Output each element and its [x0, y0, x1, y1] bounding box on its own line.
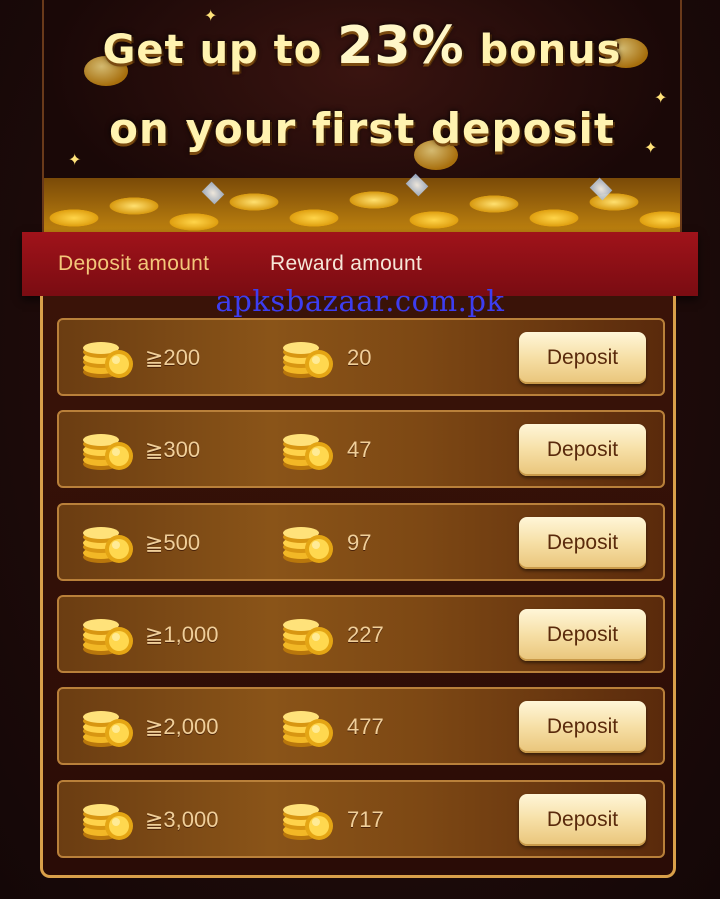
reward-value: 477 [347, 714, 384, 739]
coin-stack-icon [281, 338, 335, 380]
reward-amount-header: Reward amount [270, 252, 423, 275]
coin-stack-icon [81, 615, 135, 657]
reward-value: 20 [347, 345, 372, 370]
reward-value: 47 [347, 437, 372, 462]
coin-stack-icon [81, 430, 135, 472]
deposit-button[interactable]: Deposit [519, 424, 646, 476]
bonus-tier-row: ≧300 47 Deposit [57, 410, 665, 488]
deposit-threshold: ≧2,000 [145, 714, 219, 739]
deposit-amount-header: Deposit amount [58, 252, 210, 275]
banner-headline-line2: on your first deposit [109, 104, 615, 153]
coin-stack-icon [281, 523, 335, 565]
coin-stack-icon [81, 523, 135, 565]
bonus-tier-row: ≧200 20 Deposit [57, 318, 665, 396]
reward-value: 717 [347, 807, 384, 832]
deposit-button[interactable]: Deposit [519, 794, 646, 846]
watermark: apksbazaar.com.pk [215, 284, 505, 318]
coin-stack-icon [281, 707, 335, 749]
reward-value: 227 [347, 622, 384, 647]
coin-stack-icon [281, 430, 335, 472]
promo-banner: ✦ ✦ ✦ ✦ Get up to 23% bonus on your firs… [42, 0, 682, 240]
coin-stack-icon [81, 338, 135, 380]
bonus-tier-row: ≧3,000 717 Deposit [57, 780, 665, 858]
reward-value: 97 [347, 530, 372, 555]
deposit-button[interactable]: Deposit [519, 517, 646, 569]
coin-stack-icon [81, 800, 135, 842]
bonus-tier-row: ≧2,000 477 Deposit [57, 687, 665, 765]
deposit-threshold: ≧500 [145, 530, 201, 555]
deposit-button[interactable]: Deposit [519, 701, 646, 753]
deposit-threshold: ≧200 [145, 345, 201, 370]
bonus-tier-row: ≧500 97 Deposit [57, 503, 665, 581]
deposit-button[interactable]: Deposit [519, 332, 646, 384]
sparkle-icon: ✦ [68, 152, 82, 169]
bonus-tier-row: ≧1,000 227 Deposit [57, 595, 665, 673]
deposit-button[interactable]: Deposit [519, 609, 646, 661]
coin-stack-icon [281, 800, 335, 842]
coin-stack-icon [81, 707, 135, 749]
deposit-threshold: ≧1,000 [145, 622, 219, 647]
deposit-threshold: ≧3,000 [145, 807, 219, 832]
gold-coin-pile [44, 178, 680, 240]
deposit-threshold: ≧300 [145, 437, 201, 462]
bonus-table: ≧200 20 Deposit ≧300 47 Deposit ≧500 97 … [40, 296, 676, 878]
coin-stack-icon [281, 615, 335, 657]
banner-headline-line1: Get up to 23% bonus [102, 16, 622, 76]
